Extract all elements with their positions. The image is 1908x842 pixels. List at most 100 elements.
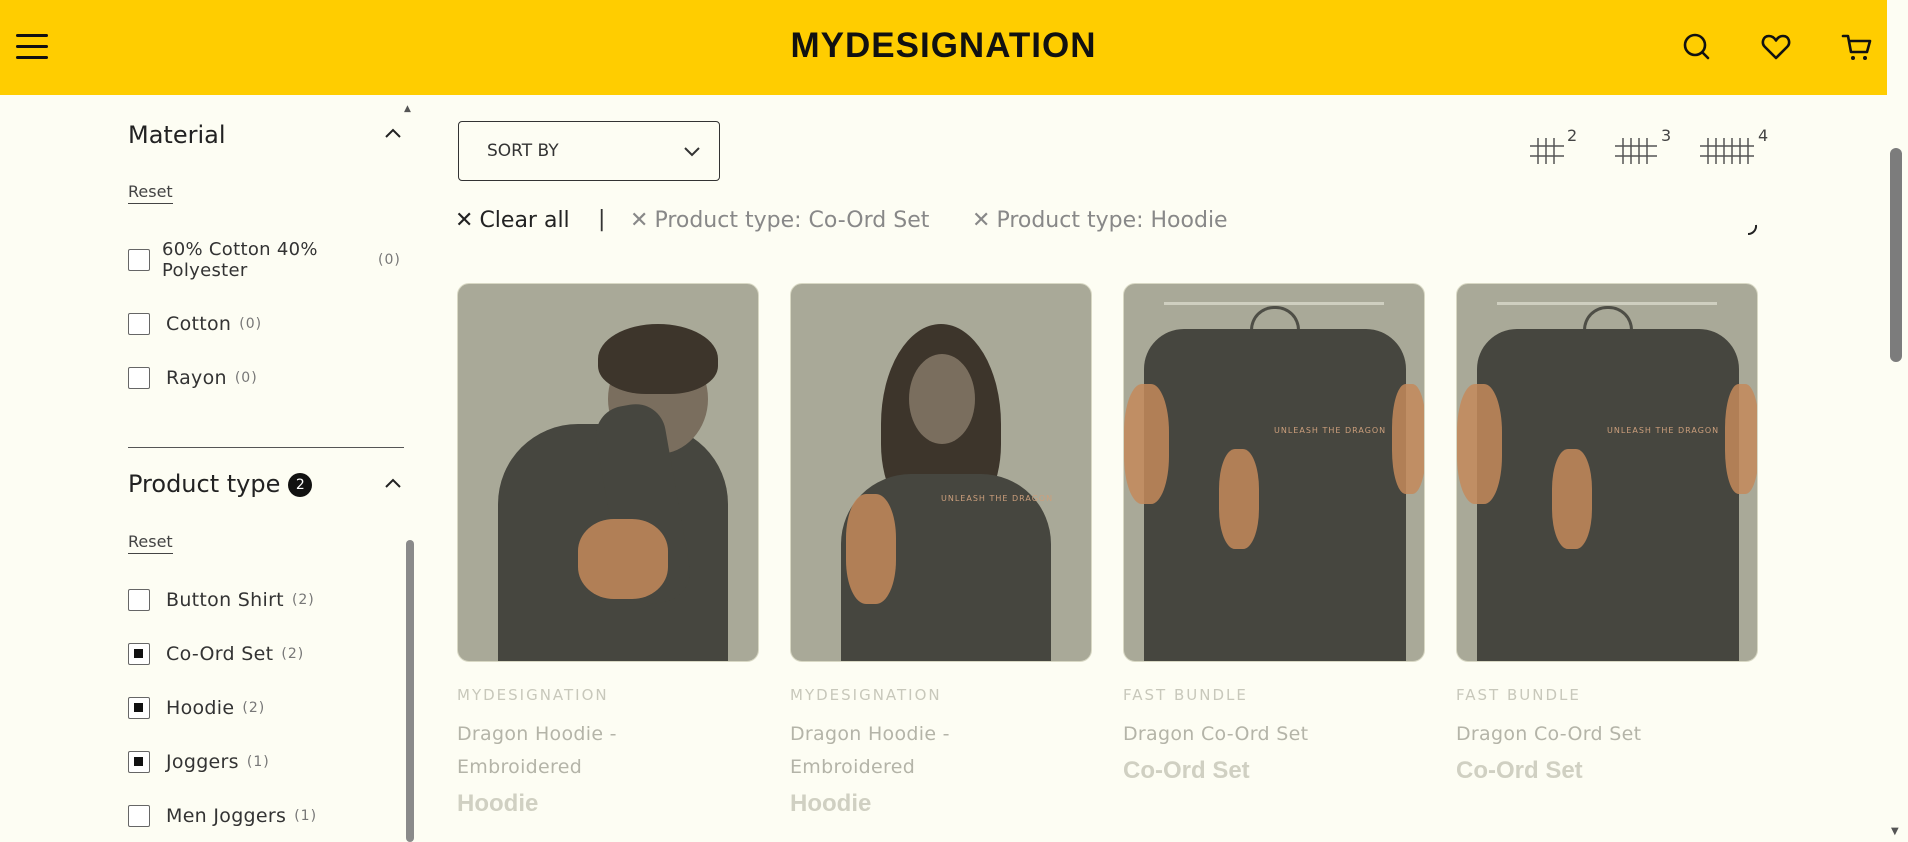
active-filter-chip-hoodie[interactable]: ✕ Product type: Hoodie	[972, 208, 1228, 233]
product-vendor: MYDESIGNATION	[457, 686, 609, 704]
product-title-line: Embroidered	[457, 756, 583, 778]
page-scrollbar[interactable]	[1890, 148, 1902, 362]
filter-option-cotton[interactable]: Cotton (0)	[128, 313, 262, 335]
grid-2-label: 2	[1567, 126, 1578, 145]
clear-all-label: Clear all	[479, 208, 570, 233]
grid-2-columns-button[interactable]: 2	[1530, 126, 1580, 170]
product-card[interactable]: UNLEASH THE DRAGON FAST BUNDLE Dragon Co…	[1456, 283, 1758, 785]
close-icon: ✕	[455, 208, 474, 233]
search-icon[interactable]	[1680, 30, 1714, 64]
active-filter-count-badge: 2	[288, 473, 313, 497]
filter-option-rayon[interactable]: Rayon (0)	[128, 367, 258, 389]
product-title-line: Dragon Hoodie -	[790, 723, 950, 745]
filter-option-count: (1)	[294, 808, 318, 824]
chevron-down-icon	[684, 147, 700, 157]
site-logo[interactable]: MYDESIGNATION	[0, 26, 1887, 66]
close-icon: ✕	[630, 208, 649, 233]
checkbox[interactable]	[128, 313, 150, 335]
checkbox[interactable]	[128, 805, 150, 827]
grid-4-icon	[1700, 138, 1754, 164]
active-filter-label: Product type: Hoodie	[996, 208, 1228, 233]
product-image[interactable]: UNLEASH THE DRAGON	[1456, 283, 1758, 662]
product-print-text: UNLEASH THE DRAGON	[1607, 426, 1720, 435]
product-type: Hoodie	[790, 790, 872, 817]
active-filter-chip-co-ord-set[interactable]: ✕ Product type: Co-Ord Set	[630, 208, 929, 233]
filter-option-label: Rayon	[166, 367, 227, 389]
filter-option-label: Hoodie	[166, 697, 235, 719]
filter-option-label: Button Shirt	[166, 589, 284, 611]
filter-divider	[128, 447, 404, 448]
product-type-reset-link[interactable]: Reset	[128, 532, 173, 554]
product-print-text: UNLEASH THE DRAGON	[941, 494, 1054, 503]
filter-separator: |	[598, 207, 606, 232]
sort-by-label: SORT BY	[487, 141, 559, 161]
product-title[interactable]: Dragon Co-Ord Set	[1123, 718, 1425, 751]
product-type: Co-Ord Set	[1123, 757, 1250, 784]
product-type-title-text: Product type	[128, 470, 281, 498]
filter-option-label: Men Joggers	[166, 805, 287, 827]
grid-2-icon	[1530, 138, 1564, 164]
grid-3-label: 3	[1661, 126, 1672, 145]
product-image[interactable]: UNLEASH THE DRAGON	[790, 283, 1092, 662]
product-title[interactable]: Dragon Co-Ord Set	[1456, 718, 1758, 751]
product-image[interactable]	[457, 283, 759, 662]
chevron-up-icon[interactable]	[384, 127, 402, 139]
material-reset-link[interactable]: Reset	[128, 182, 173, 204]
grid-3-icon	[1615, 138, 1657, 164]
product-card[interactable]: UNLEASH THE DRAGON MYDESIGNATION Dragon …	[790, 283, 1092, 818]
grid-3-columns-button[interactable]: 3	[1615, 126, 1673, 170]
filter-option-label: Co-Ord Set	[166, 643, 274, 665]
product-vendor: FAST BUNDLE	[1456, 686, 1581, 704]
checkbox-checked[interactable]	[128, 643, 150, 665]
product-title[interactable]: Dragon Hoodie - Embroidered	[790, 718, 1092, 784]
product-vendor: FAST BUNDLE	[1123, 686, 1248, 704]
filter-option-co-ord-set[interactable]: Co-Ord Set (2)	[128, 643, 304, 665]
product-title-line: Dragon Co-Ord Set	[1123, 723, 1309, 745]
filter-option-joggers[interactable]: Joggers (1)	[128, 751, 270, 773]
filter-option-count: (2)	[281, 646, 305, 662]
filter-option-label: Cotton	[166, 313, 232, 335]
filter-option-hoodie[interactable]: Hoodie (2)	[128, 697, 265, 719]
sort-by-dropdown[interactable]: SORT BY	[458, 121, 720, 181]
sidebar-scroll-up-icon[interactable]: ▲	[404, 104, 411, 114]
close-icon: ✕	[972, 208, 991, 233]
filter-option-count: (2)	[291, 592, 315, 608]
filter-option-count: (0)	[378, 252, 401, 268]
cart-icon[interactable]	[1840, 30, 1874, 64]
product-print-text: UNLEASH THE DRAGON	[1274, 426, 1387, 435]
product-title-line: Dragon Co-Ord Set	[1456, 723, 1642, 745]
product-image[interactable]: UNLEASH THE DRAGON	[1123, 283, 1425, 662]
material-filter-title[interactable]: Material	[128, 121, 226, 149]
filter-option-count: (1)	[246, 754, 270, 770]
product-type: Hoodie	[457, 790, 539, 817]
filter-option-count: (0)	[234, 370, 258, 386]
filter-option-count: (2)	[242, 700, 266, 716]
product-title-line: Embroidered	[790, 756, 916, 778]
checkbox[interactable]	[128, 589, 150, 611]
product-title-line: Dragon Hoodie -	[457, 723, 617, 745]
chevron-up-icon[interactable]	[384, 477, 402, 489]
filter-option-men-joggers[interactable]: Men Joggers (1)	[128, 805, 317, 827]
product-vendor: MYDESIGNATION	[790, 686, 942, 704]
product-card[interactable]: MYDESIGNATION Dragon Hoodie - Embroidere…	[457, 283, 759, 818]
product-title[interactable]: Dragon Hoodie - Embroidered	[457, 718, 759, 784]
sidebar-scrollbar[interactable]	[406, 540, 414, 842]
filter-sidebar	[0, 95, 415, 842]
site-header: MYDESIGNATION	[0, 0, 1887, 95]
checkbox-checked[interactable]	[128, 751, 150, 773]
filter-option-label: Joggers	[166, 751, 239, 773]
active-filter-label: Product type: Co-Ord Set	[654, 208, 930, 233]
page-scroll-down-icon[interactable]: ▼	[1891, 826, 1899, 837]
product-card[interactable]: UNLEASH THE DRAGON FAST BUNDLE Dragon Co…	[1123, 283, 1425, 785]
checkbox-checked[interactable]	[128, 697, 150, 719]
checkbox[interactable]	[128, 249, 150, 271]
filter-option-button-shirt[interactable]: Button Shirt (2)	[128, 589, 315, 611]
filter-option-label: 60% Cotton 40% Polyester	[162, 239, 318, 281]
grid-4-columns-button[interactable]: 4	[1700, 126, 1770, 170]
heart-icon[interactable]	[1759, 30, 1793, 64]
clear-all-filters-button[interactable]: ✕ Clear all	[455, 208, 570, 233]
checkbox[interactable]	[128, 367, 150, 389]
product-type-filter-title[interactable]: Product type 2	[128, 470, 313, 498]
filter-option-60-cotton-40-polyester[interactable]: 60% Cotton 40% Polyester (0)	[128, 239, 401, 281]
filter-option-count: (0)	[239, 316, 263, 332]
